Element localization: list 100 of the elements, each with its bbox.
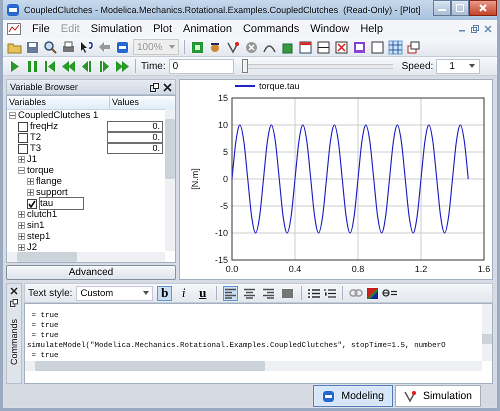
close-icon[interactable] [10,287,18,295]
tree-item[interactable]: T2 [30,132,44,143]
plot-window-icon [7,23,21,35]
time-field[interactable]: 0 [168,58,234,74]
stop-icon[interactable] [244,40,259,54]
tree-item[interactable]: clutch1 [27,209,60,220]
commands-tab[interactable]: Commands [9,319,19,366]
menu-item[interactable]: Plot [153,23,172,35]
search-icon[interactable] [43,40,58,54]
menu-item[interactable]: Animation [183,23,232,35]
x-tick-label: 0.8 [352,264,364,274]
expand-icon[interactable] [27,189,34,196]
maximize-button[interactable] [451,0,469,16]
y-tick-label: 15 [218,93,228,103]
collapse-icon[interactable] [9,112,16,119]
skip-to-start-icon[interactable] [43,58,58,74]
tree-item[interactable]: J2 [27,242,40,253]
frame-icon[interactable] [370,40,385,54]
menu-item[interactable]: Simulation [90,23,142,35]
expand-icon[interactable] [18,233,25,240]
maximize-icon [456,4,464,12]
value-field[interactable]: 0. [107,132,163,143]
undock-icon[interactable] [150,82,159,92]
text-style-dropdown[interactable]: Custom [76,286,154,300]
expand-icon[interactable] [18,156,25,163]
tree-item[interactable]: J1 [27,154,40,165]
undock-icon[interactable] [10,299,18,307]
tree-item[interactable]: freqHz [30,121,60,132]
tree-item[interactable]: support [36,187,70,198]
expand-icon[interactable] [18,222,25,229]
numbered-list-icon[interactable] [324,288,336,298]
checkbox[interactable] [27,198,37,208]
scrollbar[interactable] [7,252,165,262]
restore-icon[interactable] [470,24,480,34]
pause-icon[interactable] [25,58,40,74]
tree-item[interactable]: CoupledClutches 1 [18,110,100,121]
format-button[interactable]: b [157,286,172,300]
perspective-tab[interactable]: Simulation [394,385,481,407]
tree-item[interactable]: torque [27,165,56,176]
expand-icon[interactable] [18,211,25,218]
y-tick-label: 0 [222,174,228,184]
window-title: CoupledClutches - Modelica.Mechanics.Rotational.Examples.CoupledClutches (Read-Only) - [Plot] [24,5,422,15]
tree-item[interactable]: step1 [27,231,52,242]
panel-title: Variable Browser [10,82,79,92]
time-label: Time: [141,60,166,72]
checkbox[interactable] [18,122,28,132]
expand-icon[interactable] [18,244,25,251]
tree-item[interactable]: T3 [30,143,44,154]
menu-item[interactable]: Help [360,23,383,35]
scrollbar[interactable] [25,361,482,371]
menu-item[interactable]: File [32,23,50,35]
time-slider[interactable] [242,59,393,73]
value-field[interactable]: 0. [107,143,163,154]
x-tick-label: 0.4 [288,264,302,274]
close-button[interactable] [469,0,497,16]
align-left-icon[interactable] [223,286,238,300]
tree-item[interactable]: sin1 [27,220,46,231]
y-tick-label: -15 [214,255,228,265]
model-icon[interactable] [115,40,130,54]
legend-label: torque.tau [259,81,300,91]
checkbox[interactable] [18,144,28,154]
speed-label: Speed: [402,60,434,72]
tree-item[interactable]: tau [39,197,84,210]
format-button[interactable]: u [195,286,210,300]
x-tick-label: 1.6 [478,264,490,274]
printer-icon[interactable] [61,40,76,54]
x-tick-label: 0.0 [226,264,238,274]
collapse-icon[interactable] [18,167,25,174]
caret-icon [143,291,150,295]
perspective-tab[interactable]: Modeling [313,385,393,407]
save-icon[interactable] [25,40,40,54]
side-panel-tab[interactable]: Commands [6,283,22,384]
close-plot-icon[interactable] [334,40,349,54]
close-icon[interactable] [163,82,172,92]
split-icon[interactable] [316,40,331,54]
menu-item[interactable]: Window [310,23,350,35]
y-axis-label: [N.m] [190,168,200,190]
format-button[interactable]: i [176,286,192,300]
y-tick-label: 5 [222,147,228,157]
scrollbar[interactable] [165,109,175,251]
checkbox[interactable] [18,132,28,142]
column-header[interactable]: Values [110,96,175,109]
value-field[interactable]: 0. [107,121,163,132]
column-header[interactable]: Variables [7,96,110,109]
advanced-button[interactable]: Advanced [6,265,176,280]
expand-icon[interactable] [27,178,34,185]
minimize-button[interactable] [433,0,451,16]
windows-icon[interactable] [406,40,421,54]
tree-item[interactable]: flange [36,176,64,187]
menu-item[interactable]: Commands [242,23,300,35]
caret-icon [168,45,175,49]
slider-thumb[interactable] [242,59,248,73]
scrollbar[interactable] [482,304,492,361]
equation-icon[interactable] [382,288,398,298]
color-icon[interactable] [367,288,378,298]
bullet-list-icon[interactable] [308,288,320,298]
help-pointer-icon[interactable] [79,40,94,54]
speed-dropdown[interactable]: 1 [436,58,480,74]
y-tick-label: 10 [218,120,228,130]
grid-icon[interactable] [388,40,403,54]
